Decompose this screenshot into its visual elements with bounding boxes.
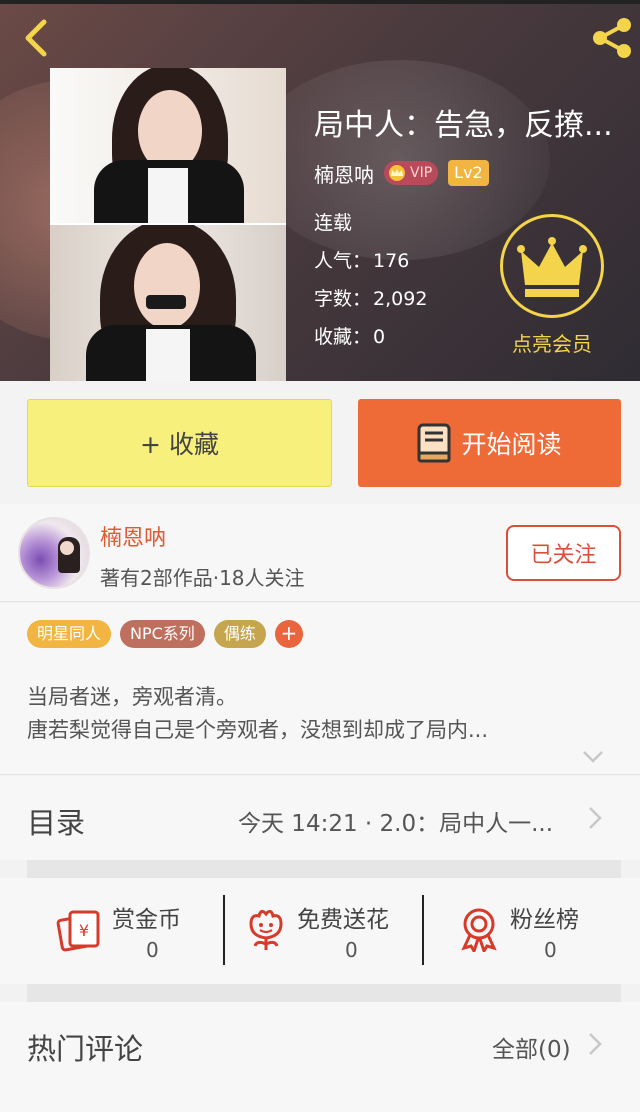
favorite-button[interactable]: + 收藏 [27,399,332,487]
book-title: 局中人：告急，反撩... [314,108,613,143]
favorites-stat: 收藏： 0 [314,322,385,349]
avatar[interactable] [18,517,90,589]
popularity-label: 人气： [314,250,372,272]
serial-status: 连载 [314,212,353,234]
book-cover[interactable] [50,68,286,381]
author-name-link[interactable]: 楠恩呐 [100,520,166,552]
crown-icon [517,237,587,297]
reward-flowers[interactable]: 免费送花 0 [225,878,422,984]
book-icon [417,423,451,463]
crown-icon [389,165,405,181]
reward-value: 0 [146,938,159,962]
book-intro[interactable]: 当局者迷，旁观者清。 唐若梨觉得自己是个旁观者，没想到却成了局内... [27,681,617,747]
popularity-value: 176 [373,250,410,272]
intro-line: 唐若梨觉得自己是个旁观者，没想到却成了局内... [27,718,489,742]
share-button[interactable] [588,16,636,60]
word-count-label: 字数： [314,288,372,310]
cover-photo-bottom [50,225,286,381]
hot-comments-title: 热门评论 [27,1032,144,1066]
word-count-stat: 字数： 2,092 [314,284,427,311]
author-meta: 著有2部作品·18人关注 [100,566,305,590]
expand-intro-button[interactable] [582,749,604,763]
rewards-bar: ¥ 赏金币 0 免费送花 0 粉丝榜 0 [0,878,640,984]
section-divider [27,984,621,1002]
book-header: 局中人：告急，反撩... 楠恩呐 VIP Lv2 连载 人气： 176 字数： 2,… [0,0,640,381]
follow-button[interactable]: 已关注 [506,525,621,581]
tag-row: 明星同人 NPC系列 偶练 + [27,620,303,648]
level-badge: Lv2 [448,160,489,186]
table-of-contents-row[interactable]: 目录 今天 14:21 · 2.0：局中人一... [0,776,640,860]
favorites-value: 0 [373,326,386,348]
tag-chip[interactable]: 偶练 [213,620,266,648]
vip-badge: VIP [384,161,439,185]
back-button[interactable] [18,18,58,58]
reward-value: 0 [544,938,557,962]
chevron-left-icon [25,19,47,57]
share-icon [593,18,631,58]
header-author-name[interactable]: 楠恩呐 [314,159,374,188]
word-count-value: 2,092 [373,288,428,310]
favorites-label: 收藏： [314,326,372,348]
latest-chapter: 今天 14:21 · 2.0：局中人一... [238,811,554,837]
toc-title: 目录 [27,806,86,840]
reward-value: 0 [345,938,358,962]
tag-chip[interactable]: 明星同人 [27,620,112,648]
action-bar: + 收藏 开始阅读 [0,381,640,504]
member-label[interactable]: 点亮会员 [493,328,611,357]
reward-fan-ranking[interactable]: 粉丝榜 0 [424,878,640,984]
intro-line: 当局者迷，旁观者清。 [27,685,237,709]
tag-chip[interactable]: NPC系列 [120,620,205,648]
chevron-right-icon [589,807,602,829]
tags-and-intro: 明星同人 NPC系列 偶练 + 当局者迷，旁观者清。 唐若梨觉得自己是个旁观者，… [0,603,640,775]
cover-photo-top [50,68,286,224]
hot-comments-row: 热门评论 全部(0) [0,1002,640,1112]
flower-icon [249,909,283,950]
svg-text:¥: ¥ [79,921,89,940]
reward-label: 赏金币 [112,907,181,933]
member-button[interactable] [500,214,604,318]
author-card: 楠恩呐 著有2部作品·18人关注 已关注 [0,504,640,602]
chevron-right-icon[interactable] [588,1032,602,1056]
start-reading-label: 开始阅读 [461,430,562,459]
medal-icon [461,908,497,952]
chevron-down-icon [583,751,603,763]
reward-label: 粉丝榜 [510,907,579,933]
add-tag-button[interactable]: + [274,620,303,648]
start-reading-button[interactable]: 开始阅读 [358,399,621,487]
reward-label: 免费送花 [297,907,389,933]
coin-envelope-icon: ¥ [56,910,100,952]
vip-label: VIP [410,165,433,181]
reward-coins[interactable]: ¥ 赏金币 0 [0,878,222,984]
section-divider [27,860,621,878]
popularity-stat: 人气： 176 [314,246,409,273]
author-row: 楠恩呐 VIP Lv2 [314,158,489,188]
all-comments-link[interactable]: 全部(0) [492,1030,571,1064]
